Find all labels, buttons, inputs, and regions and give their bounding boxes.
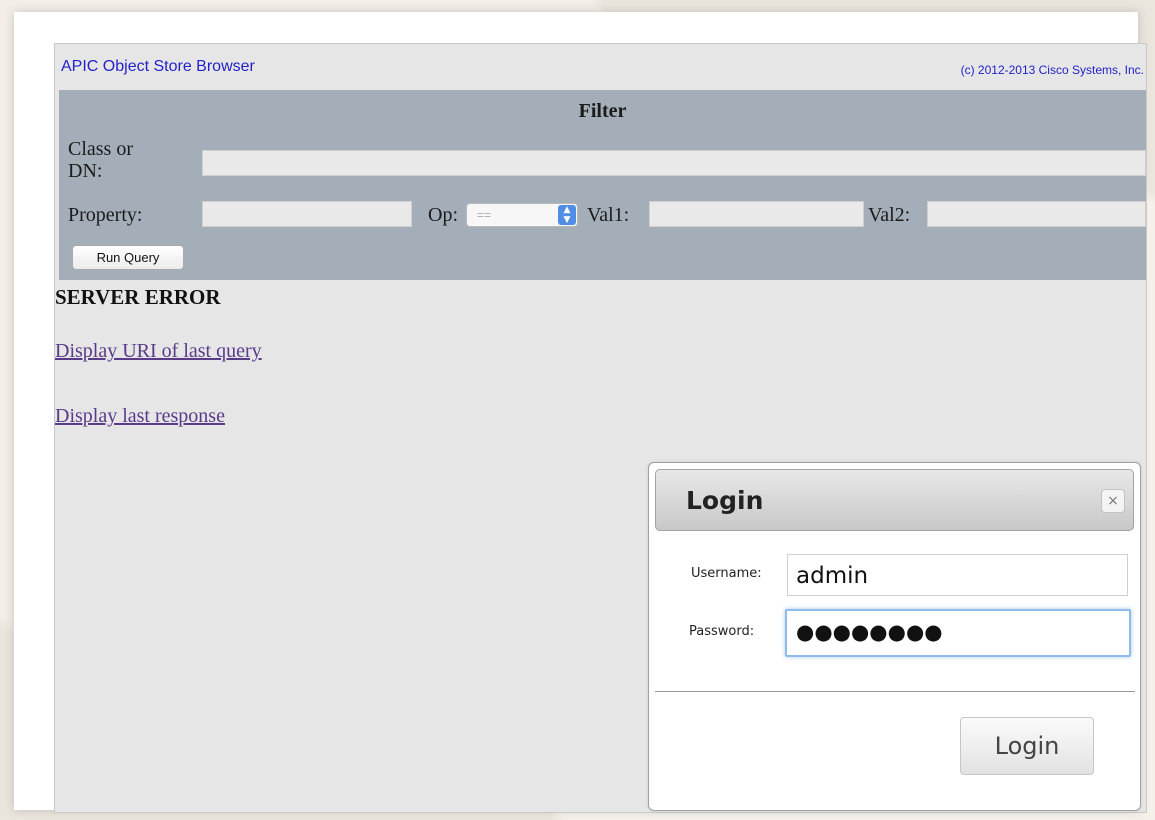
- run-query-button[interactable]: Run Query: [72, 245, 184, 270]
- login-dialog: Login × Username: admin Password: ●●●●●●…: [648, 462, 1141, 811]
- server-error-status: SERVER ERROR: [55, 285, 221, 309]
- property-label: Property:: [68, 204, 143, 226]
- dialog-divider: [655, 691, 1135, 692]
- op-select[interactable]: == ▲ ▼: [466, 203, 578, 227]
- val2-label: Val2:: [868, 204, 911, 226]
- select-arrows-icon: ▲ ▼: [558, 205, 576, 225]
- password-field[interactable]: ●●●●●●●●: [785, 609, 1131, 657]
- display-uri-link[interactable]: Display URI of last query: [55, 340, 262, 363]
- class-or-dn-label-line1: Class or: [68, 138, 133, 160]
- app-title-link[interactable]: APIC Object Store Browser: [61, 58, 255, 76]
- op-selected-value: ==: [477, 208, 492, 222]
- filter-title: Filter: [578, 100, 627, 122]
- property-input[interactable]: [202, 201, 412, 227]
- dialog-title: Login: [686, 486, 764, 515]
- val1-input[interactable]: [649, 201, 864, 227]
- class-or-dn-input[interactable]: [202, 150, 1146, 176]
- browser-page: APIC Object Store Browser (c) 2012-2013 …: [14, 12, 1147, 813]
- password-label: Password:: [689, 624, 755, 639]
- class-or-dn-label: Class or DN:: [68, 138, 133, 182]
- val1-label: Val1:: [587, 204, 630, 226]
- filter-panel: Filter Class or DN: Property: Op: == ▲ ▼ …: [59, 90, 1146, 280]
- copyright-text: (c) 2012-2013 Cisco Systems, Inc.: [960, 63, 1144, 77]
- dialog-header: Login ×: [655, 469, 1134, 531]
- val2-input[interactable]: [927, 201, 1146, 227]
- display-response-link[interactable]: Display last response: [55, 405, 225, 428]
- close-icon[interactable]: ×: [1101, 489, 1125, 513]
- class-or-dn-label-line2: DN:: [68, 160, 103, 182]
- op-label: Op:: [428, 204, 458, 226]
- login-button[interactable]: Login: [960, 717, 1094, 775]
- username-field[interactable]: admin: [787, 554, 1128, 596]
- username-label: Username:: [691, 566, 762, 581]
